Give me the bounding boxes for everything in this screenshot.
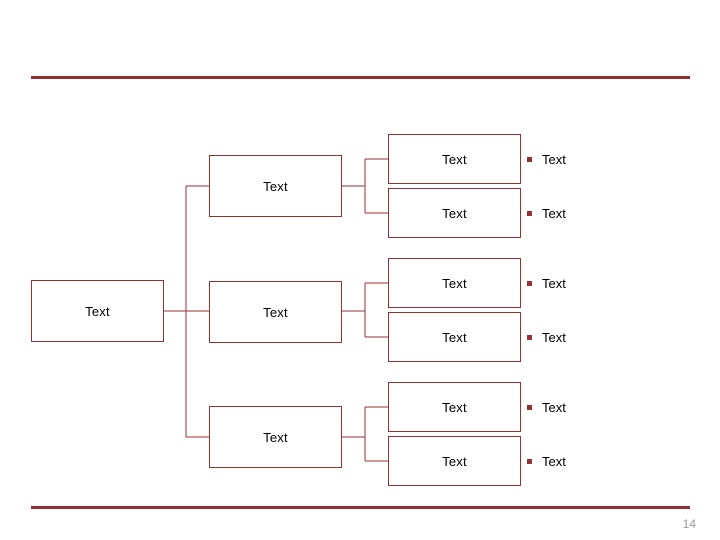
tree-node-level3-1[interactable]: Text xyxy=(388,134,521,184)
square-bullet-icon xyxy=(527,334,532,340)
square-bullet-icon xyxy=(527,458,532,464)
tree-node-level3-6[interactable]: Text xyxy=(388,436,521,486)
tree-node-level3-4-label: Text xyxy=(442,329,467,345)
annotation-item-6: Text xyxy=(527,453,566,469)
square-bullet-icon xyxy=(527,210,532,216)
square-bullet-icon xyxy=(527,280,532,286)
tree-node-level2-2-label: Text xyxy=(263,304,288,320)
bottom-divider-rule xyxy=(31,506,690,509)
square-bullet-icon xyxy=(527,156,532,162)
annotation-item-1: Text xyxy=(527,151,566,167)
tree-node-level2-1-label: Text xyxy=(263,178,288,194)
annotation-item-2-label: Text xyxy=(542,205,566,221)
tree-node-level2-3[interactable]: Text xyxy=(209,406,342,468)
annotation-item-5: Text xyxy=(527,399,566,415)
tree-node-level3-2[interactable]: Text xyxy=(388,188,521,238)
slide-canvas: Text Text Text Text Text Text Text Text … xyxy=(0,0,720,540)
annotation-item-6-label: Text xyxy=(542,453,566,469)
annotation-item-4-label: Text xyxy=(542,329,566,345)
tree-node-level3-6-label: Text xyxy=(442,453,467,469)
tree-node-level3-4[interactable]: Text xyxy=(388,312,521,362)
page-number: 14 xyxy=(682,517,696,531)
tree-node-level3-3[interactable]: Text xyxy=(388,258,521,308)
annotation-item-5-label: Text xyxy=(542,399,566,415)
tree-node-level2-3-label: Text xyxy=(263,429,288,445)
annotation-item-3-label: Text xyxy=(542,275,566,291)
annotation-item-1-label: Text xyxy=(542,151,566,167)
tree-node-level2-1[interactable]: Text xyxy=(209,155,342,217)
tree-node-root[interactable]: Text xyxy=(31,280,164,342)
square-bullet-icon xyxy=(527,404,532,410)
tree-connector-lines xyxy=(164,158,388,462)
tree-node-level3-5[interactable]: Text xyxy=(388,382,521,432)
tree-node-level2-2[interactable]: Text xyxy=(209,281,342,343)
tree-node-level3-3-label: Text xyxy=(442,275,467,291)
tree-node-level3-5-label: Text xyxy=(442,399,467,415)
annotation-item-4: Text xyxy=(527,329,566,345)
tree-node-root-label: Text xyxy=(85,303,110,319)
annotation-item-3: Text xyxy=(527,275,566,291)
tree-node-level3-1-label: Text xyxy=(442,151,467,167)
annotation-item-2: Text xyxy=(527,205,566,221)
tree-node-level3-2-label: Text xyxy=(442,205,467,221)
